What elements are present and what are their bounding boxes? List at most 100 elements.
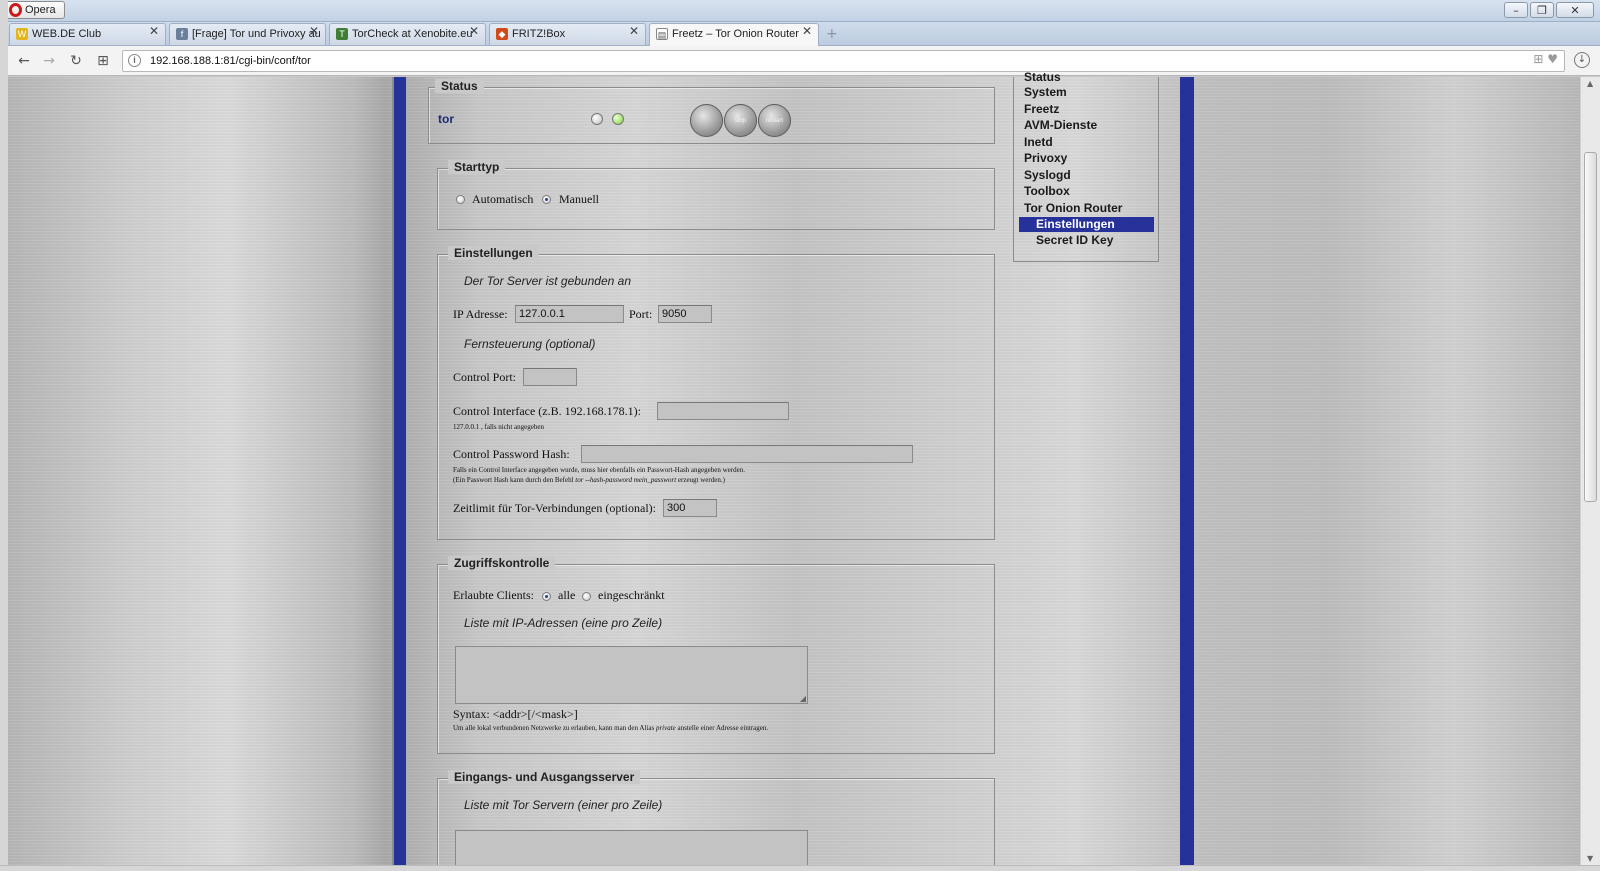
timeout-label: Zeitlimit für Tor-Verbindungen (optional… <box>453 501 656 515</box>
scroll-down-icon[interactable]: ▼ <box>1587 854 1593 863</box>
right-blue-pillar <box>1180 77 1194 865</box>
forward-icon[interactable]: → <box>39 51 59 71</box>
tab-freetz-tor[interactable]: ▤ Freetz – Tor Onion Router ✕ <box>649 23 819 46</box>
window-bottom-border <box>0 865 1600 871</box>
tab-frage[interactable]: f [Frage] Tor und Privoxy au ✕ <box>169 23 326 45</box>
led-off-icon <box>591 113 603 125</box>
close-window-icon[interactable]: ✕ <box>1556 2 1594 18</box>
menu-item-freetz[interactable]: Freetz <box>1024 102 1059 116</box>
starttyp-fieldset: Starttyp Automatisch Manuell <box>437 160 995 230</box>
clients-eingeschraenkt-radio[interactable] <box>582 592 591 601</box>
forum-favicon-icon: f <box>176 28 188 40</box>
menu-item-system[interactable]: System <box>1024 85 1067 99</box>
service-name: tor <box>438 112 454 126</box>
speed-dial-icon[interactable]: ⊞ <box>93 51 113 71</box>
einstellungen-legend: Einstellungen <box>448 246 539 260</box>
control-port-input[interactable] <box>523 368 577 386</box>
syntax-label: Syntax: <addr>[/<mask>] <box>453 707 578 721</box>
menu-item-secret-id-key[interactable]: Secret ID Key <box>1036 233 1113 247</box>
port-label: Port: <box>629 307 653 321</box>
new-tab-icon[interactable]: + <box>826 26 838 42</box>
tab-fritzbox[interactable]: ◆ FRITZ!Box ✕ <box>489 23 646 45</box>
tab-torcheck[interactable]: T TorCheck at Xenobite.eu ✕ <box>329 23 486 45</box>
private-alias-hint: Um alle lokal verbundenen Netzwerke zu e… <box>453 724 769 732</box>
menu-item-toolbox[interactable]: Toolbox <box>1024 184 1070 198</box>
ip-list-textarea[interactable]: ◢ <box>455 646 808 704</box>
menu-item-status[interactable]: Status <box>1024 70 1061 84</box>
back-icon[interactable]: ← <box>14 51 34 71</box>
url-text: 192.168.188.1:81/cgi-bin/conf/tor <box>150 55 311 67</box>
bookmark-heart-icon[interactable]: ⊞ ♥ <box>1533 52 1558 66</box>
server-list-note: Liste mit Tor Servern (einer pro Zeile) <box>464 798 663 812</box>
window-left-border <box>0 0 8 871</box>
tab-title: FRITZ!Box <box>512 28 566 40</box>
address-bar: ← → ↻ ⊞ i 192.168.188.1:81/cgi-bin/conf/… <box>0 46 1600 76</box>
stop-button[interactable]: stop <box>724 104 757 137</box>
clients-eingeschraenkt-label: eingeschränkt <box>598 588 665 602</box>
window-titlebar: Opera – ❐ ✕ <box>0 0 1600 22</box>
led-on-icon <box>612 113 624 125</box>
tab-close-icon[interactable]: ✕ <box>149 24 159 38</box>
password-hint-line-2: (Ein Passwort Hash kann durch den Befehl… <box>453 476 725 484</box>
menu-item-inetd[interactable]: Inetd <box>1024 135 1053 149</box>
zugriffskontrolle-legend: Zugriffskontrolle <box>448 556 556 570</box>
clients-alle-radio[interactable] <box>542 592 551 601</box>
control-interface-input[interactable] <box>657 402 789 420</box>
torcheck-favicon-icon: T <box>336 28 348 40</box>
reload-icon[interactable]: ↻ <box>66 51 86 71</box>
scrollbar-thumb[interactable] <box>1584 152 1597 502</box>
tab-close-icon[interactable]: ✕ <box>309 24 319 38</box>
vertical-scrollbar[interactable]: ▲ ▼ <box>1580 77 1600 865</box>
timeout-input[interactable]: 300 <box>663 499 717 517</box>
bound-note: Der Tor Server ist gebunden an <box>464 274 631 288</box>
resize-grip-icon[interactable]: ◢ <box>800 694 806 703</box>
url-field[interactable]: i 192.168.188.1:81/cgi-bin/conf/tor ⊞ ♥ <box>122 50 1565 72</box>
einstellungen-fieldset: Einstellungen Der Tor Server ist gebunde… <box>437 246 995 540</box>
ip-list-note: Liste mit IP-Adressen (eine pro Zeile) <box>464 616 663 630</box>
page-favicon-icon: ▤ <box>656 28 668 40</box>
tab-close-icon[interactable]: ✕ <box>469 24 479 38</box>
zugriffskontrolle-fieldset: Zugriffskontrolle Erlaubte Clients: alle… <box>437 556 995 754</box>
remote-control-note: Fernsteuerung (optional) <box>464 337 596 351</box>
page-viewport: Status tor stop restart Starttyp Automat… <box>8 77 1580 865</box>
starttyp-manuell-label: Manuell <box>559 192 599 206</box>
tab-title: TorCheck at Xenobite.eu <box>352 28 473 40</box>
allowed-clients-label: Erlaubte Clients: <box>453 588 534 602</box>
password-hash-label: Control Password Hash: <box>453 447 570 461</box>
password-hint-line-1: Falls ein Control Interface angegeben wu… <box>453 466 745 474</box>
control-interface-hint: 127.0.0.1 , falls nicht angegeben <box>453 423 544 431</box>
starttyp-manuell-radio[interactable] <box>542 195 551 204</box>
status-legend: Status <box>435 79 484 93</box>
tab-title: Freetz – Tor Onion Router <box>672 28 799 40</box>
restart-button[interactable]: restart <box>758 104 791 137</box>
starttyp-automatisch-radio[interactable] <box>456 195 465 204</box>
maximize-icon[interactable]: ❐ <box>1530 2 1554 18</box>
tab-close-icon[interactable]: ✕ <box>629 24 639 38</box>
server-legend: Eingangs- und Ausgangsserver <box>448 770 641 784</box>
menu-item-tor-onion-router[interactable]: Tor Onion Router <box>1024 201 1122 215</box>
starttyp-automatisch-label: Automatisch <box>472 192 534 206</box>
password-hash-input[interactable] <box>581 445 913 463</box>
site-info-icon[interactable]: i <box>128 54 141 67</box>
opera-menu-button[interactable]: Opera <box>4 1 65 19</box>
menu-item-syslogd[interactable]: Syslogd <box>1024 168 1071 182</box>
minimize-icon[interactable]: – <box>1504 2 1528 18</box>
scroll-up-icon[interactable]: ▲ <box>1587 79 1593 88</box>
menu-item-privoxy[interactable]: Privoxy <box>1024 151 1067 165</box>
menu-item-einstellungen[interactable]: Einstellungen <box>1019 217 1154 232</box>
download-icon[interactable]: ↓ <box>1574 52 1590 68</box>
starttyp-legend: Starttyp <box>448 160 506 174</box>
start-button[interactable] <box>690 104 723 137</box>
menu-item-avm-dienste[interactable]: AVM-Dienste <box>1024 118 1097 132</box>
left-blue-pillar <box>392 77 406 865</box>
tab-title: [Frage] Tor und Privoxy au <box>192 28 321 40</box>
server-fieldset: Eingangs- und Ausgangsserver Liste mit T… <box>437 770 995 865</box>
server-list-textarea[interactable] <box>455 830 808 865</box>
port-input[interactable]: 9050 <box>658 305 712 323</box>
clients-alle-label: alle <box>558 588 576 602</box>
ip-address-input[interactable]: 127.0.0.1 <box>515 305 624 323</box>
tab-bar: W WEB.DE Club ✕ f [Frage] Tor und Privox… <box>0 22 1600 46</box>
opera-logo-icon <box>9 3 22 17</box>
tab-close-icon[interactable]: ✕ <box>802 24 812 38</box>
tab-webde[interactable]: W WEB.DE Club ✕ <box>9 23 166 45</box>
